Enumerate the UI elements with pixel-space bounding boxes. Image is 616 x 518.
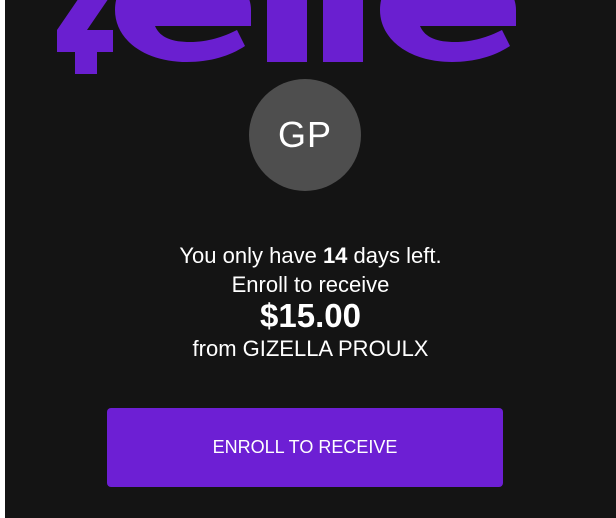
payment-amount: $15.00 xyxy=(260,297,361,334)
app-screen: GP You only have 14 days left. Enroll to… xyxy=(5,0,616,518)
days-left-text: You only have 14 days left. xyxy=(5,240,616,272)
enroll-button[interactable]: ENROLL TO RECEIVE xyxy=(107,408,503,487)
days-left-count: 14 xyxy=(322,243,348,268)
enroll-button-label: ENROLL TO RECEIVE xyxy=(212,437,398,457)
enrollment-message: You only have 14 days left. Enroll to re… xyxy=(5,240,616,364)
sender-line: from GIZELLA PROULX xyxy=(192,336,429,361)
avatar-initials: GP xyxy=(277,114,332,155)
days-left-prefix: You only have xyxy=(179,243,323,268)
avatar: GP xyxy=(249,79,361,191)
days-left-suffix: days left. xyxy=(347,243,442,268)
zelle-logo-icon xyxy=(57,0,516,74)
zelle-logo xyxy=(5,0,616,78)
enroll-line: Enroll to receive xyxy=(231,272,390,297)
